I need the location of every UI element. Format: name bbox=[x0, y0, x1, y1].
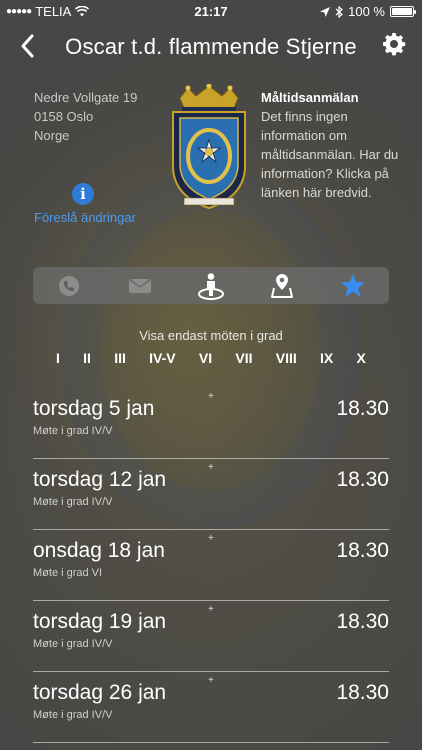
meeting-subtitle: Møte i grad IV/V bbox=[33, 709, 113, 721]
meeting-row[interactable]: torsdag 19 jan + Møte i grad IV/V 18.30 bbox=[33, 601, 389, 672]
battery-icon bbox=[390, 6, 416, 17]
meeting-subtitle: Møte i grad VI bbox=[33, 567, 103, 579]
expand-plus-icon: + bbox=[208, 462, 214, 473]
address-country: Norge bbox=[34, 128, 70, 143]
address-city: 0158 Oslo bbox=[34, 109, 94, 124]
phone-icon bbox=[58, 275, 79, 296]
grade-option-i[interactable]: I bbox=[52, 349, 64, 367]
battery-percent: 100 % bbox=[348, 4, 385, 19]
star-icon bbox=[341, 274, 366, 297]
grade-option-ii[interactable]: II bbox=[79, 349, 95, 367]
meal-text: Det finns ingen information om måltidsan… bbox=[261, 109, 399, 200]
meeting-subtitle: Møte i grad IV/V bbox=[33, 496, 113, 508]
meeting-row[interactable]: torsdag 26 jan + Møte i grad IV/V 18.30 bbox=[33, 672, 389, 743]
meeting-date: onsdag 18 jan bbox=[33, 539, 165, 562]
grade-option-vii[interactable]: VII bbox=[231, 349, 256, 367]
meeting-row[interactable]: torsdag 5 jan + Møte i grad IV/V 18.30 bbox=[33, 388, 389, 459]
grade-option-x[interactable]: X bbox=[353, 349, 370, 367]
page-title: Oscar t.d. flammende Stjerne bbox=[65, 34, 357, 59]
meeting-date: torsdag 19 jan bbox=[33, 610, 167, 633]
grade-option-viii[interactable]: VIII bbox=[272, 349, 301, 367]
lodge-address: Nedre Vollgate 19 0158 Oslo Norge bbox=[34, 88, 137, 145]
tab-favorite[interactable] bbox=[318, 267, 389, 304]
expand-plus-icon: + bbox=[208, 604, 214, 615]
gear-icon[interactable] bbox=[382, 32, 406, 56]
grade-option-iii[interactable]: III bbox=[110, 349, 130, 367]
action-tab-bar bbox=[33, 267, 389, 304]
status-bar: ●●●●● TELIA 21:17 100 % bbox=[0, 0, 422, 22]
expand-plus-icon: + bbox=[208, 391, 214, 402]
meeting-subtitle: Møte i grad IV/V bbox=[33, 425, 113, 437]
map-pin-icon bbox=[271, 273, 294, 298]
expand-plus-icon: + bbox=[208, 675, 214, 686]
meeting-date: torsdag 5 jan bbox=[33, 397, 155, 420]
nav-bar: Oscar t.d. flammende Stjerne bbox=[0, 28, 422, 68]
suggest-changes-link[interactable]: Föreslå ändringar bbox=[34, 210, 136, 225]
mail-icon bbox=[128, 277, 152, 293]
grade-option-iv-v[interactable]: IV-V bbox=[145, 349, 179, 367]
meeting-time: 18.30 bbox=[336, 681, 389, 704]
person-location-icon bbox=[198, 272, 224, 300]
meetings-list: torsdag 5 jan + Møte i grad IV/V 18.30 t… bbox=[33, 388, 389, 743]
address-street: Nedre Vollgate 19 bbox=[34, 90, 138, 105]
meeting-row[interactable]: onsdag 18 jan + Møte i grad VI 18.30 bbox=[33, 530, 389, 601]
tab-map[interactable] bbox=[247, 267, 318, 304]
meeting-subtitle: Møte i grad IV/V bbox=[33, 638, 113, 650]
info-icon[interactable]: i bbox=[72, 183, 94, 205]
tab-person-location[interactable] bbox=[175, 267, 246, 304]
expand-plus-icon: + bbox=[208, 533, 214, 544]
meeting-row[interactable]: torsdag 12 jan + Møte i grad IV/V 18.30 bbox=[33, 459, 389, 530]
tab-phone[interactable] bbox=[33, 267, 104, 304]
grade-option-ix[interactable]: IX bbox=[316, 349, 337, 367]
status-right: 100 % bbox=[320, 4, 416, 19]
lodge-crest-logo bbox=[172, 84, 246, 210]
meeting-time: 18.30 bbox=[336, 539, 389, 562]
grade-filter-label: Visa endast möten i grad bbox=[139, 328, 283, 343]
meeting-time: 18.30 bbox=[336, 397, 389, 420]
grade-filter: I II III IV-V VI VII VIII IX X bbox=[52, 349, 370, 367]
tab-mail[interactable] bbox=[104, 267, 175, 304]
meeting-date: torsdag 12 jan bbox=[33, 468, 167, 491]
meal-heading: Måltidsanmälan bbox=[261, 90, 359, 105]
meal-registration: Måltidsanmälan Det finns ingen informati… bbox=[261, 88, 411, 202]
meeting-date: torsdag 26 jan bbox=[33, 681, 167, 704]
location-arrow-icon bbox=[320, 6, 331, 17]
bluetooth-icon bbox=[335, 5, 344, 18]
meeting-time: 18.30 bbox=[336, 468, 389, 491]
grade-option-vi[interactable]: VI bbox=[195, 349, 216, 367]
meeting-time: 18.30 bbox=[336, 610, 389, 633]
